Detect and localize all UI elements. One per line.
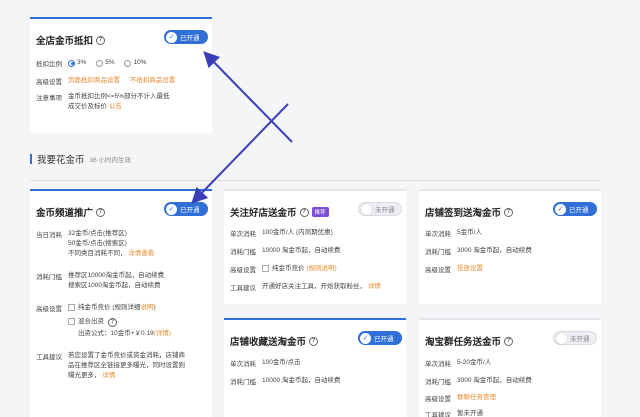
arrow-to-channel-toggle xyxy=(191,103,289,204)
annotation-arrows xyxy=(191,51,293,204)
arrow-to-store-toggle xyxy=(203,51,293,143)
